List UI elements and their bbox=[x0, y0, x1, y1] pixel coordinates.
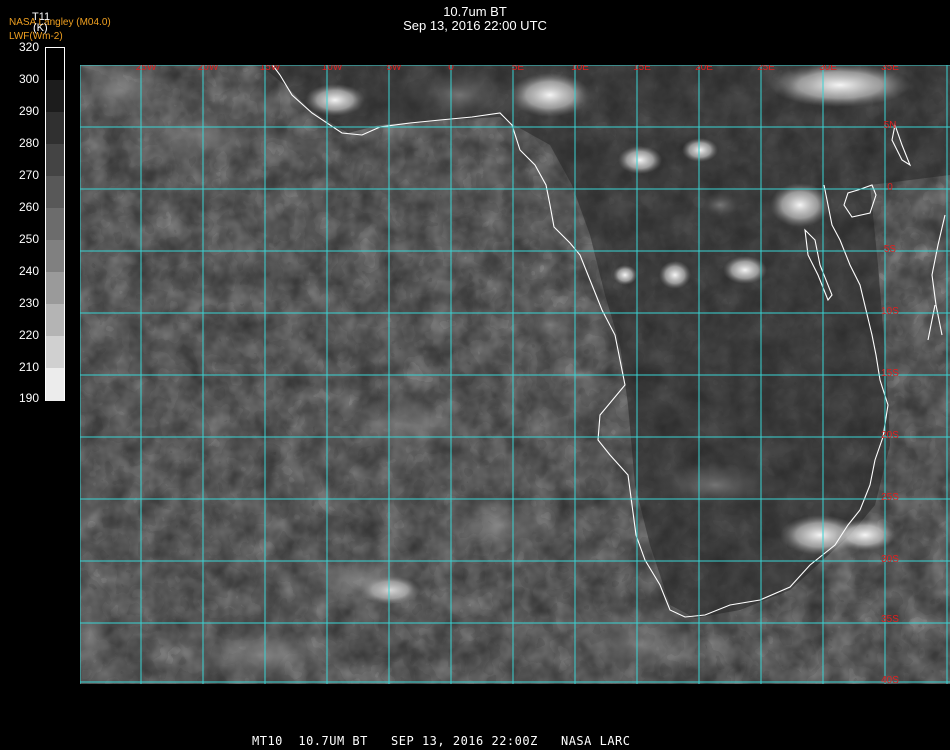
longitude-label: 0 bbox=[448, 65, 454, 73]
colorbar-tick-label: 290 bbox=[18, 104, 39, 118]
latitude-label: 30S bbox=[881, 554, 899, 565]
colorbar-segment bbox=[46, 272, 64, 305]
longitude-label: 10E bbox=[571, 65, 589, 73]
latitude-label: 0 bbox=[887, 182, 893, 193]
colorbar-tick-label: 250 bbox=[18, 232, 39, 246]
colorbar-tick-label: 240 bbox=[18, 264, 39, 278]
latitude-label: 20S bbox=[881, 430, 899, 441]
longitude-label: 5W bbox=[387, 65, 403, 73]
latitude-label: 5N bbox=[884, 120, 897, 131]
colorbar-unit: (K) bbox=[33, 22, 48, 34]
longitude-label: 35E bbox=[881, 65, 899, 73]
latitude-label: 10S bbox=[881, 306, 899, 317]
colorbar-segment bbox=[46, 80, 64, 113]
colorbar-segment bbox=[46, 304, 64, 337]
colorbar-segment bbox=[46, 240, 64, 273]
map-canvas: 25W 20W 15W 10W 5W 0 5E 10E 15E 20E 25E 30E 35E 5N 0 5S… bbox=[80, 65, 950, 684]
latitude-label: 25S bbox=[881, 492, 899, 503]
longitude-label: 5E bbox=[512, 65, 525, 73]
colorbar-segment bbox=[46, 208, 64, 241]
colorbar-segment bbox=[46, 368, 64, 401]
temperature-colorbar bbox=[45, 47, 65, 401]
image-timestamp: Sep 13, 2016 22:00 UTC bbox=[403, 18, 547, 33]
longitude-label: 10W bbox=[322, 65, 343, 73]
image-title: 10.7um BT bbox=[443, 4, 507, 19]
longitude-label: 15E bbox=[633, 65, 651, 73]
satellite-map: 25W 20W 15W 10W 5W 0 5E 10E 15E 20E 25E 30E 35E 5N 0 5S… bbox=[80, 65, 950, 684]
colorbar-segment bbox=[46, 176, 64, 209]
footer-caption: MT10 10.7UM BT SEP 13, 2016 22:00Z NASA … bbox=[252, 734, 631, 748]
colorbar-tick-label: 210 bbox=[18, 360, 39, 374]
colorbar-tick-label: 280 bbox=[18, 136, 39, 150]
longitude-label: 15W bbox=[260, 65, 281, 73]
colorbar-segment bbox=[46, 48, 64, 81]
longitude-label: 25E bbox=[757, 65, 775, 73]
latitude-label: 15S bbox=[881, 368, 899, 379]
colorbar-tick-label: 320 bbox=[18, 40, 39, 54]
colorbar-tick-label: 230 bbox=[18, 296, 39, 310]
source-credit: NASA Langley (M04.0) bbox=[9, 17, 111, 28]
latitude-label: 5S bbox=[884, 244, 897, 255]
colorbar-tick-label: 220 bbox=[18, 328, 39, 342]
colorbar-segment bbox=[46, 112, 64, 145]
colorbar-segment bbox=[46, 336, 64, 369]
colorbar-segment bbox=[46, 144, 64, 177]
colorbar-tick-label: 270 bbox=[18, 168, 39, 182]
longitude-label: 25W bbox=[136, 65, 157, 73]
longitude-label: 20E bbox=[695, 65, 713, 73]
latitude-label: 40S bbox=[881, 675, 899, 684]
colorbar-tick-label: 260 bbox=[18, 200, 39, 214]
colorbar-tick-label: 300 bbox=[18, 72, 39, 86]
longitude-label: 20W bbox=[198, 65, 219, 73]
latitude-label: 35S bbox=[881, 614, 899, 625]
longitude-label: 30E bbox=[819, 65, 837, 73]
colorbar-tick-label: 190 bbox=[18, 391, 39, 405]
